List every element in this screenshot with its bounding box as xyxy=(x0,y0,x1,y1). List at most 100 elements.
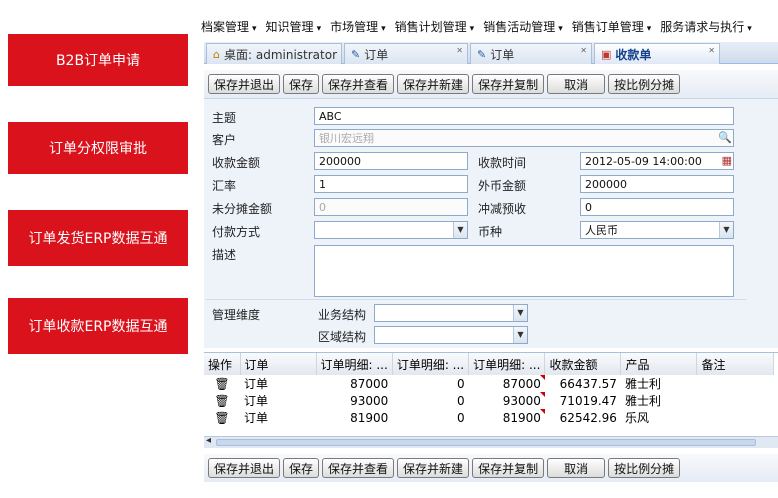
col-order-detail-3[interactable]: 订单明细: ... xyxy=(468,353,546,375)
col-order-detail-1[interactable]: 订单明细: ... xyxy=(316,353,393,375)
col-order[interactable]: 订单 xyxy=(240,353,317,375)
chevron-down-icon[interactable]: ▼ xyxy=(513,305,527,321)
cell-order: 订单 xyxy=(244,377,269,391)
close-icon[interactable]: ✕ xyxy=(580,46,587,55)
save-button[interactable]: 保存 xyxy=(283,74,320,94)
menu-knowledge[interactable]: 知识管理 xyxy=(261,18,326,35)
save-and-exit-button[interactable]: 保存并退出 xyxy=(208,458,281,478)
menu-market[interactable]: 市场管理 xyxy=(325,18,390,35)
grid-horizontal-scrollbar[interactable]: ◂ xyxy=(204,435,778,448)
top-toolbar: 保存并退出 保存 保存并查看 保存并新建 保存并复制 取消 按比例分摊 xyxy=(204,70,778,98)
cancel-button[interactable]: 取消 xyxy=(547,458,606,478)
main-menu: 档案管理 知识管理 市场管理 销售计划管理 销售活动管理 销售订单管理 服务请求… xyxy=(196,14,778,38)
dimension-label: 管理维度 xyxy=(212,308,261,322)
close-icon[interactable]: ✕ xyxy=(456,46,463,55)
pencil-icon: ✎ xyxy=(351,47,361,61)
search-icon[interactable]: 🔍 xyxy=(718,130,732,146)
menu-service[interactable]: 服务请求与执行 xyxy=(655,18,756,35)
unallocated-field: 0 xyxy=(314,198,468,216)
cell-receipt-amount: 66437.57 xyxy=(559,376,617,391)
col-product[interactable]: 产品 xyxy=(620,353,698,375)
region-structure-label: 区域结构 xyxy=(318,330,367,344)
save-and-new-button[interactable]: 保存并新建 xyxy=(397,74,470,94)
region-structure-select[interactable]: ▼ xyxy=(374,326,528,344)
chevron-down-icon[interactable]: ▼ xyxy=(719,222,733,238)
save-and-view-button[interactable]: 保存并查看 xyxy=(322,74,395,94)
save-and-exit-button[interactable]: 保存并退出 xyxy=(208,74,281,94)
tab-receipt[interactable]: ▣ 收款单 ✕ xyxy=(594,43,720,64)
subject-label: 主题 xyxy=(212,111,237,125)
save-and-copy-button[interactable]: 保存并复制 xyxy=(472,74,545,94)
cancel-button[interactable]: 取消 xyxy=(547,74,606,94)
payment-method-select[interactable]: ▼ xyxy=(314,221,468,239)
subject-field[interactable]: ABC xyxy=(314,107,734,125)
receipt-form: 主题 ABC 客户 银川宏远翔 🔍 收款金额 200000 收款时间 2012-… xyxy=(204,98,778,348)
time-field[interactable]: 2012-05-09 14:00:00 ▦ xyxy=(580,152,734,170)
cell-product: 雅士利 xyxy=(624,394,661,408)
receipt-icon: ▣ xyxy=(601,47,612,61)
cell-detail-3[interactable]: 87000 xyxy=(469,375,546,392)
amount-label: 收款金额 xyxy=(212,156,261,170)
save-and-view-button[interactable]: 保存并查看 xyxy=(322,458,395,478)
cell-detail-2: 0 xyxy=(456,410,465,425)
time-label: 收款时间 xyxy=(478,156,527,170)
cell-remark xyxy=(697,392,774,409)
amount-field[interactable]: 200000 xyxy=(314,152,468,170)
business-structure-select[interactable]: ▼ xyxy=(374,304,528,322)
cell-product: 乐风 xyxy=(624,411,649,425)
menu-sales-plan[interactable]: 销售计划管理 xyxy=(390,18,479,35)
promo-shipping-erp: 订单发货ERP数据互通 xyxy=(8,210,188,266)
promo-payment-erp: 订单收款ERP数据互通 xyxy=(8,298,188,354)
business-structure-label: 业务结构 xyxy=(318,308,367,322)
description-textarea[interactable] xyxy=(314,245,734,297)
save-and-copy-button[interactable]: 保存并复制 xyxy=(472,458,545,478)
proportional-allocate-button[interactable]: 按比例分摊 xyxy=(608,74,681,94)
col-action[interactable]: 操作 xyxy=(204,353,241,375)
chevron-down-icon[interactable]: ▼ xyxy=(513,327,527,343)
tab-label: 订单 xyxy=(364,47,389,62)
col-remark[interactable]: 备注 xyxy=(696,353,774,375)
col-receipt-amount[interactable]: 收款金额 xyxy=(544,353,622,375)
tab-order-1[interactable]: ✎ 订单 ✕ xyxy=(344,43,468,64)
customer-value: 银川宏远翔 xyxy=(319,132,374,145)
tab-label: 桌面: administrator xyxy=(223,47,338,62)
tab-order-2[interactable]: ✎ 订单 ✕ xyxy=(470,43,592,64)
rate-field[interactable]: 1 xyxy=(314,175,468,193)
table-row[interactable]: 🗑 订单 87000 0 87000 66437.57 雅士利 xyxy=(204,375,774,392)
customer-field[interactable]: 银川宏远翔 🔍 xyxy=(314,129,734,147)
cell-receipt-amount: 71019.47 xyxy=(559,393,617,408)
scrollbar-thumb[interactable] xyxy=(216,439,756,446)
tab-desktop[interactable]: ⌂ 桌面: administrator xyxy=(206,43,342,64)
menu-sales-activity[interactable]: 销售活动管理 xyxy=(478,18,567,35)
cell-detail-3[interactable]: 93000 xyxy=(469,392,546,409)
menu-sales-order[interactable]: 销售订单管理 xyxy=(567,18,656,35)
delete-icon[interactable]: 🗑 xyxy=(204,392,240,409)
tab-label: 收款单 xyxy=(615,47,652,62)
menu-archive[interactable]: 档案管理 xyxy=(196,18,261,35)
table-row[interactable]: 🗑 订单 93000 0 93000 71019.47 雅士利 xyxy=(204,392,774,409)
offset-prepaid-field[interactable]: 0 xyxy=(580,198,734,216)
save-and-new-button[interactable]: 保存并新建 xyxy=(397,458,470,478)
chevron-down-icon[interactable]: ▼ xyxy=(453,222,467,238)
scroll-left-icon[interactable]: ◂ xyxy=(206,435,211,446)
col-order-detail-2[interactable]: 订单明细: ... xyxy=(392,353,470,375)
delete-icon[interactable]: 🗑 xyxy=(204,409,240,426)
foreign-amount-field[interactable]: 200000 xyxy=(580,175,734,193)
delete-icon[interactable]: 🗑 xyxy=(204,375,240,392)
cell-order: 订单 xyxy=(244,394,269,408)
currency-select[interactable]: 人民币 ▼ xyxy=(580,221,734,239)
cell-detail-1: 81900 xyxy=(350,410,389,425)
customer-label: 客户 xyxy=(212,133,237,147)
save-button[interactable]: 保存 xyxy=(283,458,320,478)
cell-remark xyxy=(697,409,774,426)
currency-value: 人民币 xyxy=(585,224,618,237)
table-row[interactable]: 🗑 订单 81900 0 81900 62542.96 乐风 xyxy=(204,409,774,426)
close-icon[interactable]: ✕ xyxy=(708,46,715,55)
grid-header: 操作 订单 订单明细: ... 订单明细: ... 订单明细: ... 收款金额… xyxy=(204,353,774,375)
screen: B2B订单申请 订单分权限审批 订单发货ERP数据互通 订单收款ERP数据互通 … xyxy=(0,0,778,498)
cell-detail-3[interactable]: 81900 xyxy=(469,409,546,426)
calendar-icon[interactable]: ▦ xyxy=(722,153,732,169)
proportional-allocate-button[interactable]: 按比例分摊 xyxy=(608,458,681,478)
cell-detail-2: 0 xyxy=(456,376,465,391)
rate-label: 汇率 xyxy=(212,179,237,193)
